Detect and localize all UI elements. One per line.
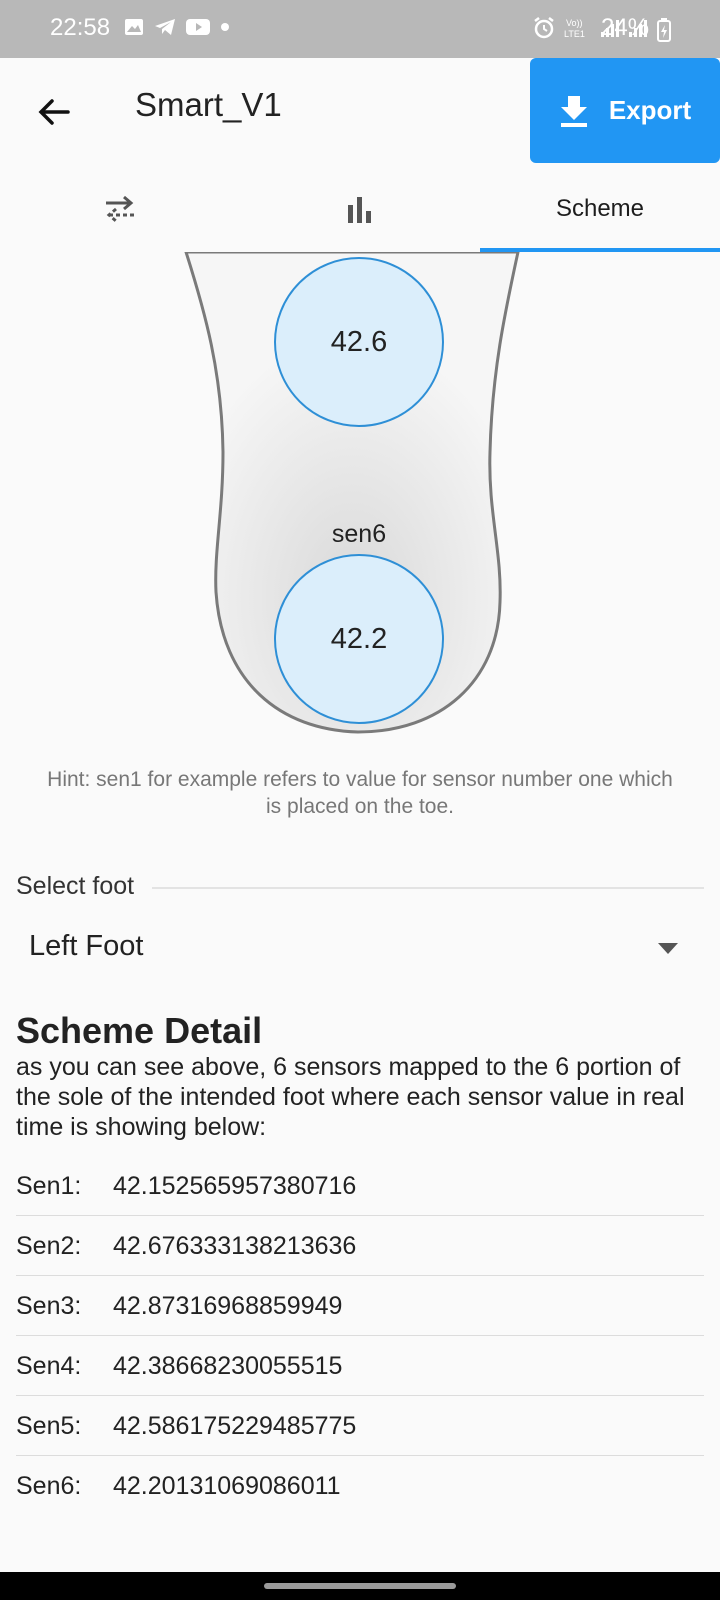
hint-text: Hint: sen1 for example refers to value f… — [47, 768, 673, 818]
page-title: Smart_V1 — [135, 86, 282, 123]
sensor-reading: 42.20131069086011 — [113, 1472, 341, 1500]
tab-bar: Scheme — [0, 166, 720, 252]
tab-scheme-label: Scheme — [555, 195, 645, 222]
list-item: Sen6: 42.20131069086011 — [16, 1456, 704, 1515]
export-button[interactable]: Export — [530, 58, 720, 163]
foot-scheme: 42.6 sen6 42.2 — [0, 252, 720, 752]
arrow-back-icon — [38, 99, 70, 125]
sensor-circle: 42.2 — [274, 554, 444, 724]
system-nav-bar — [0, 1572, 720, 1600]
image-icon — [125, 19, 143, 35]
section-title: Scheme Detail — [16, 1010, 263, 1051]
list-item: Sen2: 42.676333138213636 — [16, 1216, 704, 1276]
foot-dropdown-value[interactable]: Left Foot — [29, 930, 143, 963]
list-item: Sen5: 42.586175229485775 — [16, 1396, 704, 1456]
tab-chart[interactable] — [240, 166, 480, 252]
sensor-reading: 42.87316968859949 — [113, 1292, 343, 1320]
dot-icon — [221, 23, 229, 31]
battery-percent: 24% — [601, 14, 650, 41]
list-item: Sen3: 42.87316968859949 — [16, 1276, 704, 1336]
download-icon — [560, 95, 587, 127]
sensor-value-list: Sen1: 42.152565957380716 Sen2: 42.676333… — [16, 1156, 704, 1515]
sensor-name: Sen4: — [16, 1352, 82, 1380]
status-time: 22:58 — [50, 14, 111, 41]
back-button[interactable] — [34, 92, 74, 132]
divider — [152, 887, 704, 889]
volte-icon: Vo))LTE1 — [564, 18, 585, 39]
sensor-reading: 42.676333138213636 — [113, 1232, 357, 1260]
list-item: Sen4: 42.38668230055515 — [16, 1336, 704, 1396]
youtube-icon — [186, 19, 210, 35]
dropdown-arrow-icon[interactable] — [658, 943, 678, 954]
select-foot-label: Select foot — [16, 872, 135, 900]
svg-text:LTE1: LTE1 — [564, 29, 585, 39]
app-bar: Smart_V1 Export — [0, 58, 720, 166]
section-description: as you can see above, 6 sensors mapped t… — [16, 1053, 685, 1141]
tab-scheme[interactable]: Scheme — [480, 166, 720, 252]
alarm-icon — [534, 17, 554, 39]
notification-icons — [124, 18, 230, 36]
sensor-name: Sen6: — [16, 1472, 82, 1500]
sensor-circle: 42.6 — [274, 257, 444, 427]
status-bar: 22:58 Vo)) LTE1 24% — [0, 0, 720, 58]
tab-compare[interactable] — [0, 166, 240, 252]
sensor-reading: 42.152565957380716 — [113, 1172, 357, 1200]
sensor-value: 42.6 — [330, 325, 388, 358]
sensor-reading: 42.38668230055515 — [113, 1352, 343, 1380]
sensor-name: Sen3: — [16, 1292, 82, 1320]
home-gesture-handle[interactable] — [264, 1583, 456, 1589]
sensor-name: Sen2: — [16, 1232, 82, 1260]
bar-chart-icon — [348, 197, 371, 223]
sensor-label: sen6 — [331, 520, 387, 548]
swap-arrows-icon — [106, 195, 134, 223]
sensor-reading: 42.586175229485775 — [113, 1412, 357, 1440]
telegram-icon — [155, 19, 175, 35]
svg-text:Vo)): Vo)) — [566, 18, 583, 28]
sensor-value: 42.2 — [330, 622, 388, 655]
export-label: Export — [608, 95, 692, 125]
list-item: Sen1: 42.152565957380716 — [16, 1156, 704, 1216]
sensor-name: Sen1: — [16, 1172, 82, 1200]
sensor-name: Sen5: — [16, 1412, 82, 1440]
battery-icon — [657, 18, 671, 42]
